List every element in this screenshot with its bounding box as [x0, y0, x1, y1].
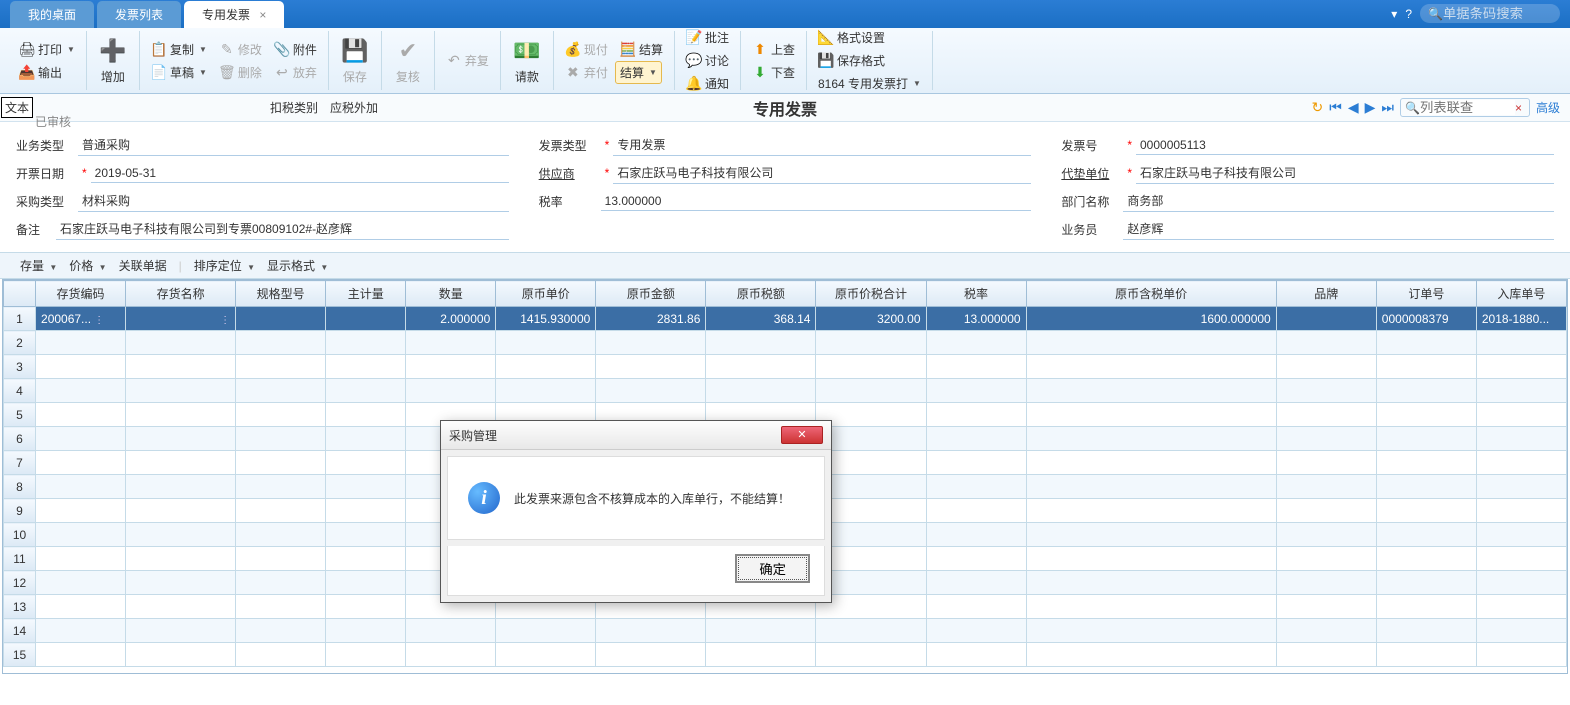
modal-overlay: 采购管理 ✕ i 此发票来源包含不核算成本的入库单行，不能结算！ 确定 [0, 0, 1570, 705]
dialog-title: 采购管理 [449, 427, 497, 444]
dialog-message: 此发票来源包含不核算成本的入库单行，不能结算！ [514, 490, 790, 507]
dialog-ok-button[interactable]: 确定 [735, 554, 810, 583]
dialog-close-button[interactable]: ✕ [781, 426, 823, 444]
message-dialog: 采购管理 ✕ i 此发票来源包含不核算成本的入库单行，不能结算！ 确定 [440, 420, 832, 603]
info-icon: i [468, 482, 500, 514]
